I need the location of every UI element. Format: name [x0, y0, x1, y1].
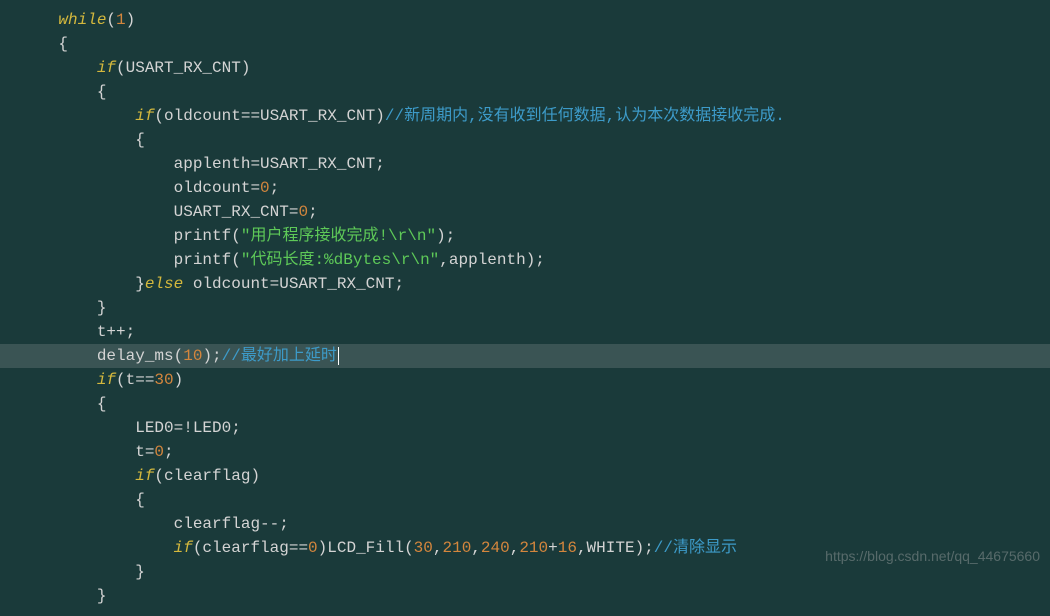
token-kw: if — [97, 371, 116, 389]
token-punc: + — [548, 539, 558, 557]
token-punc: (clearflag== — [193, 539, 308, 557]
code-line[interactable]: t++; — [0, 320, 1050, 344]
token-punc: { — [97, 395, 107, 413]
code-line[interactable]: clearflag--; — [0, 512, 1050, 536]
token-punc: (oldcount==USART_RX_CNT) — [154, 107, 384, 125]
token-punc: ; — [270, 179, 280, 197]
token-str: "代码长度:%dBytes\r\n" — [241, 251, 439, 269]
code-line[interactable]: if(t==30) — [0, 368, 1050, 392]
watermark-text: https://blog.csdn.net/qq_44675660 — [825, 546, 1040, 567]
code-line[interactable]: USART_RX_CNT=0; — [0, 200, 1050, 224]
code-line[interactable]: if(clearflag) — [0, 464, 1050, 488]
token-punc: { — [58, 35, 68, 53]
token-punc: } — [135, 275, 145, 293]
token-cmt: //新周期内,没有收到任何数据,认为本次数据接收完成. — [385, 107, 785, 125]
token-kw: if — [97, 59, 116, 77]
code-line[interactable]: t=0; — [0, 440, 1050, 464]
token-kw: if — [174, 539, 193, 557]
token-punc: } — [97, 587, 107, 605]
token-num: 0 — [298, 203, 308, 221]
code-line[interactable]: }else oldcount=USART_RX_CNT; — [0, 272, 1050, 296]
token-id: oldcount= — [174, 179, 260, 197]
token-punc: ) — [126, 11, 136, 29]
token-punc: ( — [106, 11, 116, 29]
token-id: applenth=USART_RX_CNT; — [174, 155, 385, 173]
token-num: 0 — [154, 443, 164, 461]
token-punc: ; — [308, 203, 318, 221]
token-cmt: //清除显示 — [654, 539, 737, 557]
token-punc: (clearflag) — [154, 467, 260, 485]
token-num: 210 — [519, 539, 548, 557]
token-punc: } — [97, 299, 107, 317]
token-id: delay_ms( — [97, 347, 183, 365]
code-line[interactable]: while(1) — [0, 8, 1050, 32]
token-id: printf( — [174, 227, 241, 245]
token-num: 0 — [308, 539, 318, 557]
code-line[interactable]: if(USART_RX_CNT) — [0, 56, 1050, 80]
token-punc: ,WHITE); — [577, 539, 654, 557]
token-id: t++; — [97, 323, 135, 341]
token-id: clearflag--; — [174, 515, 289, 533]
token-punc: ,applenth); — [439, 251, 545, 269]
token-num: 16 — [558, 539, 577, 557]
token-id: USART_RX_CNT= — [174, 203, 299, 221]
code-line[interactable]: { — [0, 80, 1050, 104]
token-num: 210 — [442, 539, 471, 557]
token-punc: )LCD_Fill( — [318, 539, 414, 557]
token-punc: } — [135, 563, 145, 581]
token-num: 1 — [116, 11, 126, 29]
code-line[interactable]: printf("代码长度:%dBytes\r\n",applenth); — [0, 248, 1050, 272]
token-num: 240 — [481, 539, 510, 557]
code-line[interactable]: oldcount=0; — [0, 176, 1050, 200]
code-line[interactable]: delay_ms(10);//最好加上延时 — [0, 344, 1050, 368]
token-kw: if — [135, 467, 154, 485]
token-kw: while — [58, 11, 106, 29]
token-num: 30 — [414, 539, 433, 557]
token-punc: ); — [202, 347, 221, 365]
text-cursor — [338, 347, 339, 365]
token-num: 10 — [183, 347, 202, 365]
token-punc: (t== — [116, 371, 154, 389]
token-punc: , — [471, 539, 481, 557]
token-num: 30 — [154, 371, 173, 389]
token-id: oldcount=USART_RX_CNT; — [183, 275, 404, 293]
code-line[interactable]: } — [0, 584, 1050, 608]
code-line[interactable]: { — [0, 392, 1050, 416]
code-line[interactable]: { — [0, 128, 1050, 152]
token-kw: if — [135, 107, 154, 125]
token-punc: ); — [436, 227, 455, 245]
code-line[interactable]: applenth=USART_RX_CNT; — [0, 152, 1050, 176]
code-line[interactable]: } — [0, 296, 1050, 320]
code-editor[interactable]: while(1) { if(USART_RX_CNT) { if(oldcoun… — [0, 0, 1050, 616]
token-num: 0 — [260, 179, 270, 197]
token-punc: , — [510, 539, 520, 557]
token-id: t= — [135, 443, 154, 461]
code-line[interactable]: if(oldcount==USART_RX_CNT)//新周期内,没有收到任何数… — [0, 104, 1050, 128]
token-punc: ) — [174, 371, 184, 389]
code-line[interactable]: printf("用户程序接收完成!\r\n"); — [0, 224, 1050, 248]
token-kw: else — [145, 275, 183, 293]
token-punc: { — [135, 491, 145, 509]
code-line[interactable]: { — [0, 32, 1050, 56]
token-punc: ; — [164, 443, 174, 461]
token-punc: { — [135, 131, 145, 149]
token-cmt: //最好加上延时 — [222, 347, 337, 365]
token-id: printf( — [174, 251, 241, 269]
code-line[interactable]: { — [0, 488, 1050, 512]
token-punc: { — [97, 83, 107, 101]
code-line[interactable]: LED0=!LED0; — [0, 416, 1050, 440]
token-str: "用户程序接收完成!\r\n" — [241, 227, 436, 245]
token-id: LED0=!LED0; — [135, 419, 241, 437]
token-punc: (USART_RX_CNT) — [116, 59, 250, 77]
